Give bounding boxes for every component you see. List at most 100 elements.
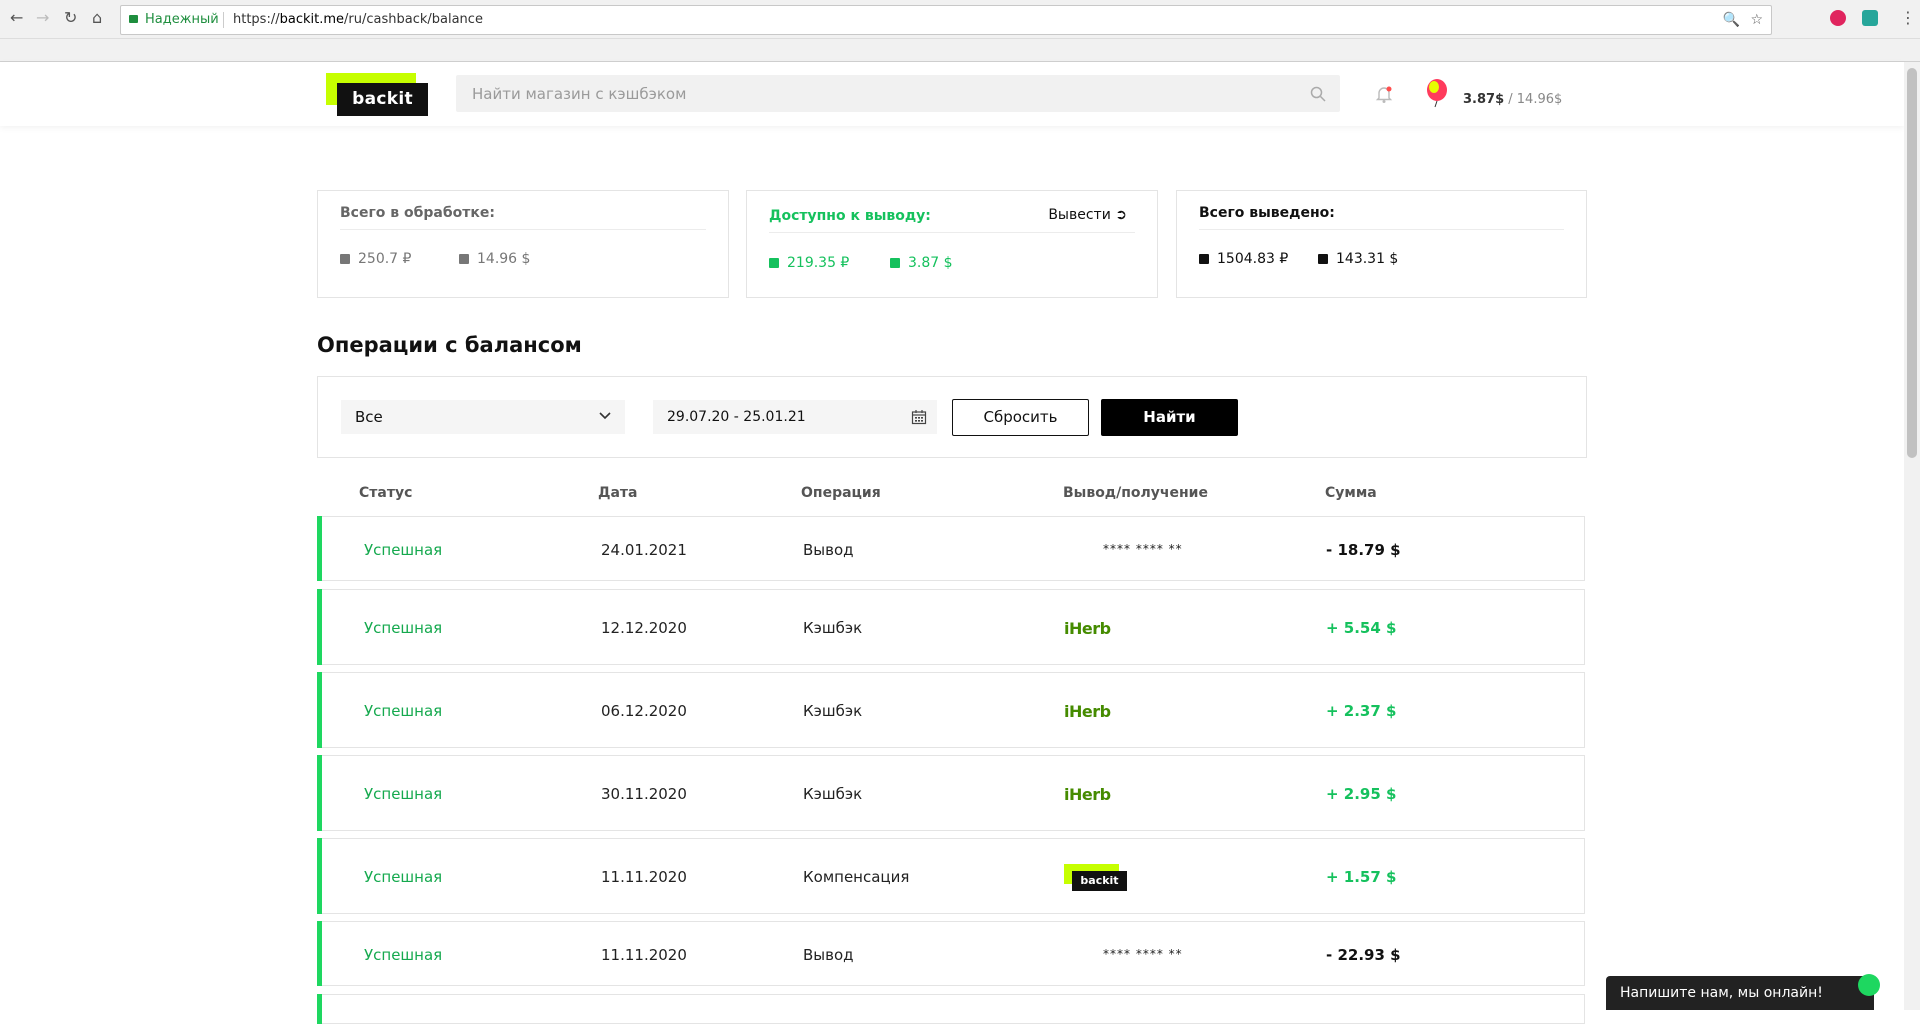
- iherb-logo: iHerb: [1064, 619, 1111, 638]
- column-header-amount: Сумма: [1325, 485, 1377, 501]
- row-status: Успешная: [364, 619, 443, 637]
- withdrawn-card: Всего выведено: 1504.83 ₽ 143.31 $: [1176, 190, 1587, 298]
- row-amount: + 1.57 $: [1326, 868, 1397, 886]
- available-title: Доступно к выводу:: [769, 208, 931, 224]
- row-status: Успешная: [364, 868, 443, 886]
- processing-card: Всего в обработке: 250.7 ₽ 14.96 $: [317, 190, 729, 298]
- withdrawn-title: Всего выведено:: [1199, 205, 1335, 221]
- backit-logo[interactable]: backit: [326, 73, 428, 117]
- row-date: 06.12.2020: [601, 702, 687, 720]
- row-operation: Кэшбэк: [803, 619, 863, 637]
- balance-total: 14.96$: [1516, 92, 1563, 107]
- bookmark-star-icon[interactable]: ☆: [1750, 12, 1763, 28]
- status-indicator: [317, 838, 322, 914]
- status-indicator: [317, 921, 322, 986]
- row-date: 12.12.2020: [601, 619, 687, 637]
- table-row[interactable]: Успешная 11.11.2020 Вывод **** **** ** -…: [317, 921, 1585, 986]
- column-header-status: Статус: [359, 485, 413, 501]
- chat-label: Напишите нам, мы онлайн!: [1620, 985, 1823, 1001]
- iherb-logo: iHerb: [1064, 785, 1111, 804]
- select-value: Все: [355, 408, 383, 426]
- row-amount: + 2.37 $: [1326, 702, 1397, 720]
- address-bar[interactable]: Надежный https://backit.me/ru/cashback/b…: [120, 5, 1772, 35]
- status-indicator: [317, 516, 322, 581]
- status-indicator: [317, 589, 322, 665]
- available-usd: 3.87 $: [890, 255, 953, 271]
- row-operation: Кэшбэк: [803, 785, 863, 803]
- home-icon[interactable]: ⌂: [92, 8, 102, 27]
- row-amount: + 2.95 $: [1326, 785, 1397, 803]
- row-date: 11.11.2020: [601, 868, 687, 886]
- row-amount: - 18.79 $: [1326, 541, 1401, 559]
- operation-type-select[interactable]: Все: [341, 400, 625, 434]
- chat-widget[interactable]: Напишите нам, мы онлайн!: [1606, 974, 1880, 1010]
- omnibox-divider: [223, 12, 224, 28]
- find-button[interactable]: Найти: [1101, 399, 1238, 436]
- date-range-input[interactable]: 29.07.20 - 25.01.21: [653, 400, 937, 434]
- square-icon: [769, 258, 779, 268]
- scrollbar-thumb[interactable]: [1907, 68, 1917, 458]
- back-icon[interactable]: ←: [10, 8, 23, 27]
- square-icon: [459, 254, 469, 264]
- search-input[interactable]: [456, 75, 1308, 112]
- store-search: [456, 75, 1340, 112]
- notification-bell-icon[interactable]: [1374, 84, 1394, 104]
- date-range-value: 29.07.20 - 25.01.21: [667, 409, 806, 425]
- reset-button[interactable]: Сбросить: [952, 399, 1089, 436]
- extension-green-icon[interactable]: [1862, 10, 1878, 26]
- url-text: https://backit.me/ru/cashback/balance: [233, 12, 483, 27]
- row-date: 30.11.2020: [601, 785, 687, 803]
- table-row[interactable]: [317, 994, 1585, 1024]
- column-header-operation: Операция: [801, 485, 881, 501]
- available-rub: 219.35 ₽: [769, 255, 849, 271]
- processing-rub: 250.7 ₽: [340, 251, 411, 267]
- iherb-logo: iHerb: [1064, 702, 1111, 721]
- row-status: Успешная: [364, 702, 443, 720]
- status-indicator: [317, 672, 322, 748]
- status-indicator: [317, 994, 322, 1024]
- square-icon: [890, 258, 900, 268]
- row-amount: - 22.93 $: [1326, 946, 1401, 964]
- processing-title: Всего в обработке:: [340, 205, 495, 221]
- calendar-icon[interactable]: [911, 409, 927, 425]
- card-divider: [1199, 229, 1564, 230]
- table-row[interactable]: Успешная 30.11.2020 Кэшбэк iHerb + 2.95 …: [317, 755, 1585, 831]
- reload-icon[interactable]: ↻: [64, 8, 77, 27]
- table-row[interactable]: Успешная 11.11.2020 Компенсация backit +…: [317, 838, 1585, 914]
- zoom-icon[interactable]: 🔍: [1723, 12, 1740, 28]
- row-card-mask: **** **** **: [1103, 542, 1183, 556]
- balloon-avatar-icon[interactable]: [1424, 79, 1450, 109]
- row-operation: Компенсация: [803, 868, 910, 886]
- logo-text: backit: [337, 83, 428, 116]
- logo-text: backit: [1072, 871, 1127, 891]
- row-operation: Вывод: [803, 541, 854, 559]
- extension-red-icon[interactable]: [1830, 10, 1846, 26]
- row-status: Успешная: [364, 946, 443, 964]
- row-status: Успешная: [364, 785, 443, 803]
- square-icon: [1199, 254, 1209, 264]
- row-date: 11.11.2020: [601, 946, 687, 964]
- square-icon: [1318, 254, 1328, 264]
- row-operation: Кэшбэк: [803, 702, 863, 720]
- column-header-target: Вывод/получение: [1063, 485, 1208, 501]
- processing-usd: 14.96 $: [459, 251, 530, 267]
- card-divider: [340, 229, 706, 230]
- table-row[interactable]: Успешная 12.12.2020 Кэшбэк iHerb + 5.54 …: [317, 589, 1585, 665]
- withdrawn-rub: 1504.83 ₽: [1199, 251, 1288, 267]
- exit-arrow-icon: ➲: [1115, 207, 1127, 223]
- browser-menu-icon[interactable]: ⋮: [1900, 8, 1916, 27]
- withdraw-button[interactable]: Вывести ➲: [1048, 207, 1127, 223]
- row-operation: Вывод: [803, 946, 854, 964]
- table-row[interactable]: Успешная 24.01.2021 Вывод **** **** ** -…: [317, 516, 1585, 581]
- search-icon[interactable]: [1310, 86, 1326, 102]
- page-scrollbar[interactable]: [1904, 62, 1920, 1010]
- header-balance[interactable]: 3.87$ / 14.96$: [1463, 92, 1562, 107]
- secure-label: Надежный: [145, 12, 219, 27]
- available-card: Доступно к выводу: Вывести ➲ 219.35 ₽ 3.…: [746, 190, 1158, 298]
- table-row[interactable]: Успешная 06.12.2020 Кэшбэк iHerb + 2.37 …: [317, 672, 1585, 748]
- row-amount: + 5.54 $: [1326, 619, 1397, 637]
- withdrawn-usd: 143.31 $: [1318, 251, 1398, 267]
- forward-icon[interactable]: →: [36, 8, 49, 27]
- row-card-mask: **** **** **: [1103, 947, 1183, 961]
- chat-online-icon: [1858, 974, 1880, 996]
